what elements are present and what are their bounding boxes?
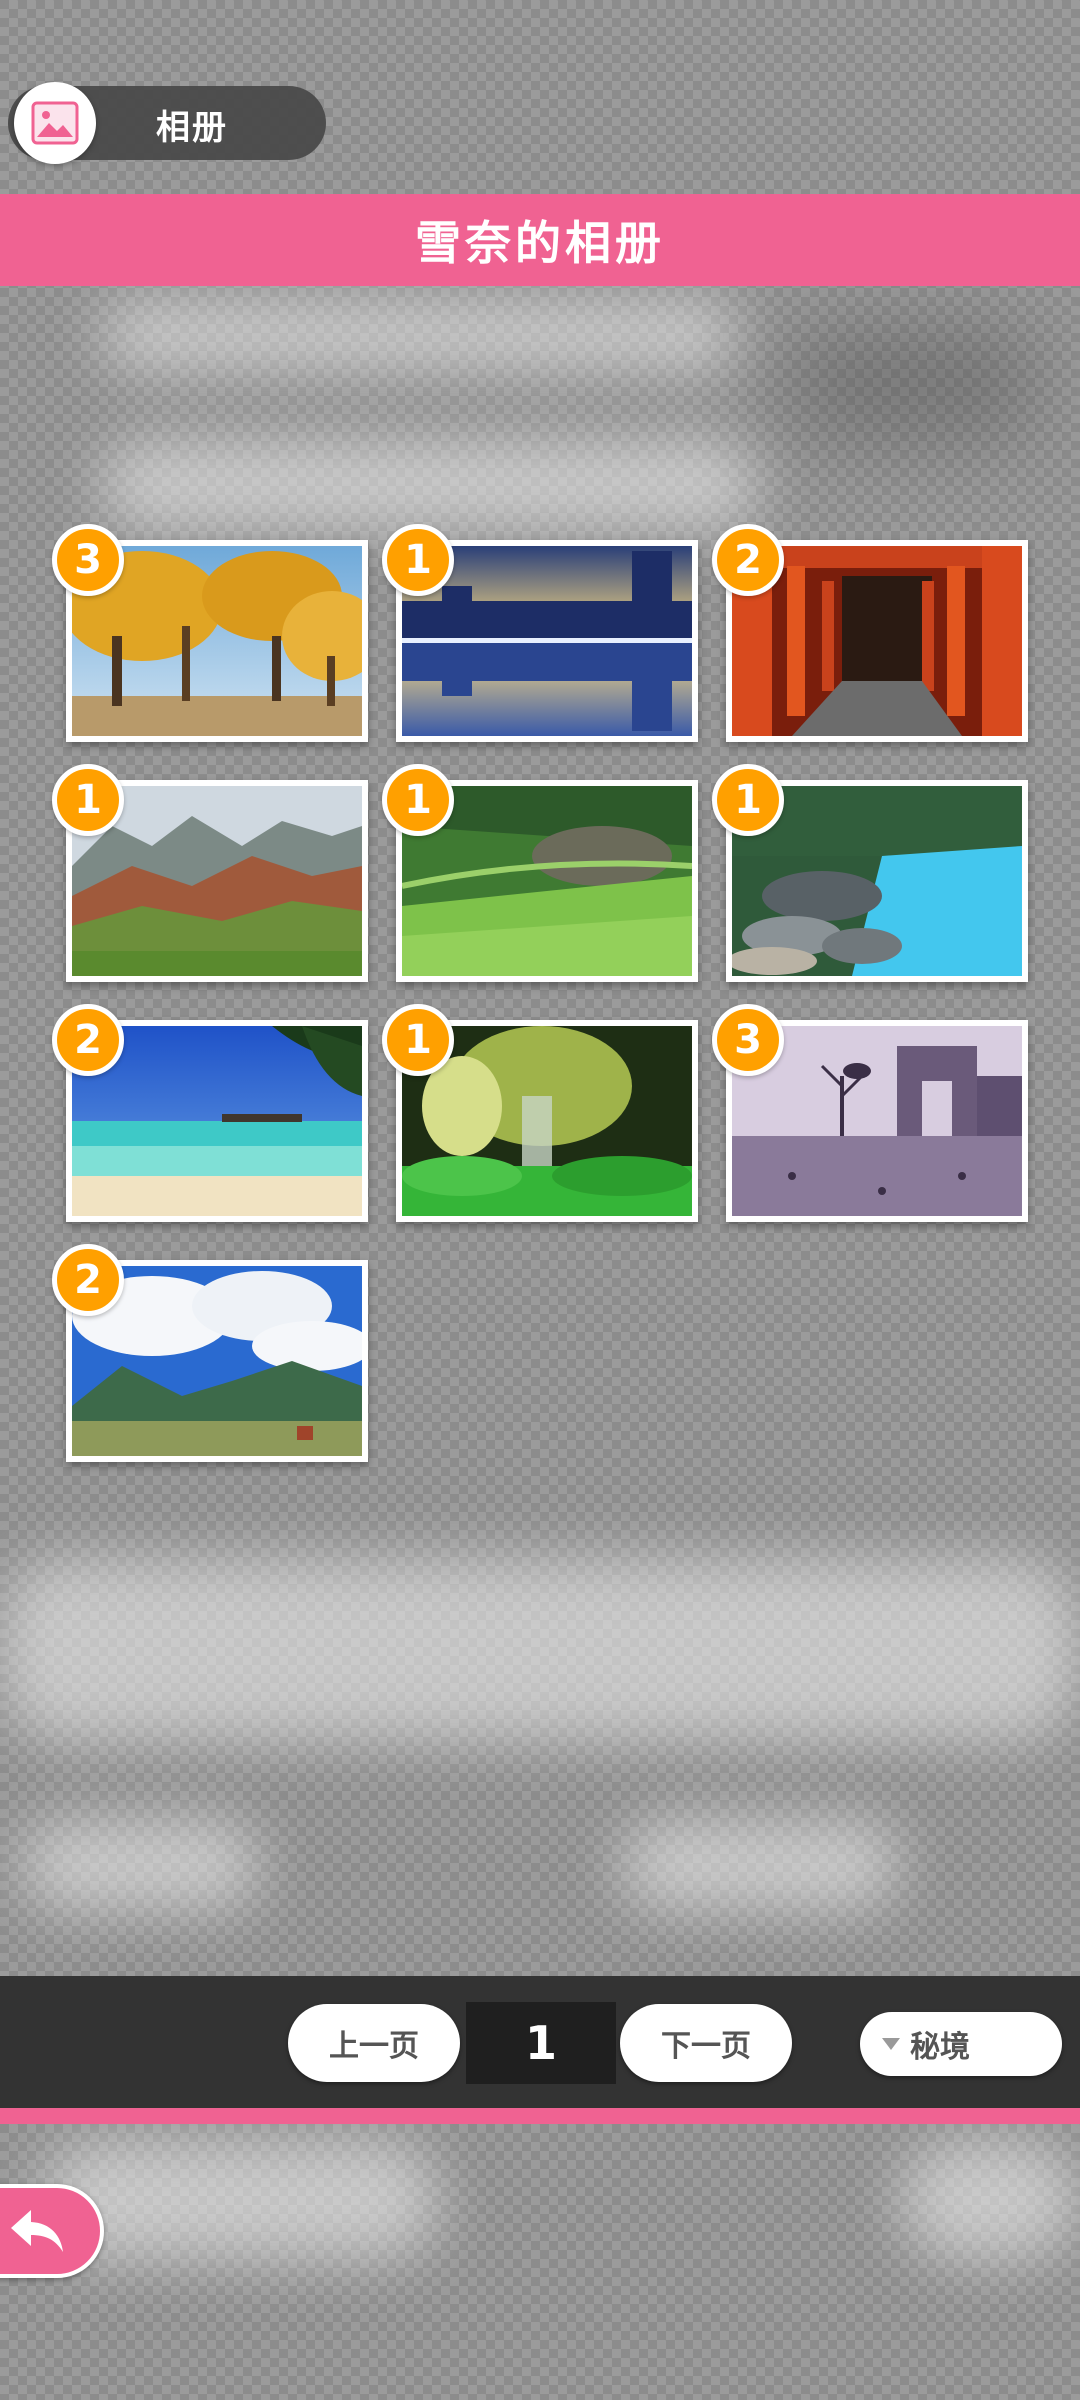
photo-card[interactable]: 2: [52, 1244, 368, 1462]
photo-count-badge: 1: [382, 524, 454, 596]
photo-card[interactable]: 3: [712, 1004, 1028, 1222]
photo-count-badge: 1: [52, 764, 124, 836]
category-filter-select[interactable]: 秘境: [860, 2012, 1062, 2076]
back-button[interactable]: [0, 2184, 104, 2278]
background-shade: [780, 330, 1040, 440]
photo-card[interactable]: 1: [382, 524, 698, 742]
photo-card[interactable]: 1: [382, 1004, 698, 1222]
background-blob: [0, 1560, 1080, 1740]
back-arrow-icon: [11, 2210, 63, 2252]
photo-count-badge: 3: [712, 1004, 784, 1076]
background-blob: [900, 2140, 1080, 2260]
background-blob: [100, 300, 740, 370]
photo-count-badge: 2: [52, 1004, 124, 1076]
photo-card[interactable]: 1: [712, 764, 1028, 982]
bottom-accent-line: [0, 2108, 1080, 2124]
title-banner: 雪奈的相册: [0, 194, 1080, 286]
next-page-button[interactable]: 下一页: [620, 2004, 792, 2082]
photo-card[interactable]: 1: [382, 764, 698, 982]
background-blob: [100, 440, 760, 530]
photo-card[interactable]: 2: [52, 1004, 368, 1222]
photo-card[interactable]: 1: [52, 764, 368, 982]
photo-card[interactable]: 3: [52, 524, 368, 742]
photo-count-badge: 1: [382, 764, 454, 836]
photo-count-badge: 2: [52, 1244, 124, 1316]
photo-card[interactable]: 2: [712, 524, 1028, 742]
current-page-number: 1: [466, 2002, 616, 2084]
album-header-pill: 相册: [8, 82, 326, 164]
prev-page-button[interactable]: 上一页: [288, 2004, 460, 2082]
photo-count-badge: 2: [712, 524, 784, 596]
photo-count-badge: 3: [52, 524, 124, 596]
album-icon: [14, 82, 96, 164]
background-blob: [620, 1820, 900, 1910]
page-title: 雪奈的相册: [415, 216, 665, 270]
album-label: 相册: [156, 108, 228, 148]
filter-selected-value: 秘境: [910, 2030, 970, 2065]
background-blob: [20, 1820, 260, 1910]
photo-count-badge: 1: [382, 1004, 454, 1076]
photo-count-badge: 1: [712, 764, 784, 836]
caret-down-icon: [882, 2038, 900, 2050]
